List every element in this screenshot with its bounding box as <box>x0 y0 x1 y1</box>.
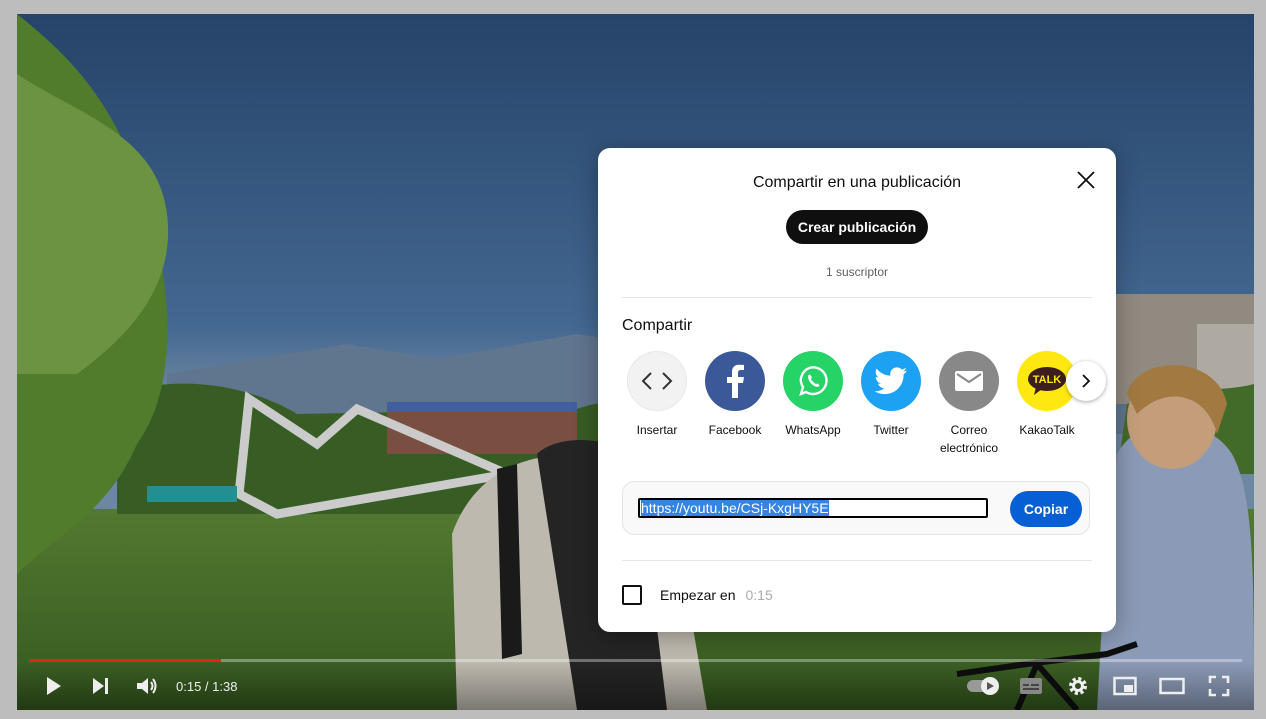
time-display: 0:15 / 1:38 <box>176 678 238 694</box>
share-whatsapp[interactable]: WhatsApp <box>783 351 861 457</box>
whatsapp-icon <box>799 366 828 397</box>
gear-icon <box>1068 677 1087 695</box>
start-at-checkbox[interactable] <box>622 585 642 605</box>
twitter-icon <box>874 367 907 395</box>
next-video-button[interactable] <box>76 662 123 710</box>
facebook-icon <box>727 364 744 398</box>
dialog-title: Compartir en una publicación <box>752 174 962 191</box>
subscriber-count: 1 suscriptor <box>825 265 889 279</box>
share-targets: Insertar Facebook WhatsApp Twitter Corre… <box>627 351 1095 457</box>
share-url-box: https://youtu.be/CSj-KxgHY5E Copiar <box>622 481 1090 535</box>
theater-icon <box>1158 677 1185 695</box>
copy-button[interactable]: Copiar <box>1010 491 1082 527</box>
embed-icon <box>641 372 673 390</box>
miniplayer-button[interactable] <box>1101 662 1148 710</box>
start-at-row: Empezar en 0:15 <box>622 585 773 605</box>
share-twitter[interactable]: Twitter <box>861 351 939 457</box>
autoplay-toggle[interactable] <box>960 662 1007 710</box>
kakaotalk-icon: TALK <box>1028 367 1066 395</box>
create-post-button[interactable]: Crear publicación <box>786 210 928 244</box>
start-at-label: Empezar en <box>660 587 736 603</box>
subtitles-button[interactable] <box>1007 662 1054 710</box>
svg-text:TALK: TALK <box>1033 374 1062 386</box>
settings-button[interactable] <box>1054 662 1101 710</box>
share-email[interactable]: Correo electrónico <box>939 351 1017 457</box>
divider <box>622 560 1092 561</box>
close-button[interactable] <box>1074 168 1098 192</box>
share-url-text: https://youtu.be/CSj-KxgHY5E <box>641 500 829 516</box>
share-embed[interactable]: Insertar <box>627 351 705 457</box>
skip-next-icon <box>92 678 108 694</box>
autoplay-icon <box>966 677 999 695</box>
mute-button[interactable] <box>123 662 170 710</box>
share-label: Facebook <box>708 423 762 437</box>
chevron-right-icon <box>1082 374 1091 388</box>
share-label: Twitter <box>873 423 909 437</box>
player-controls: 0:15 / 1:38 <box>17 662 1254 710</box>
share-url-input[interactable]: https://youtu.be/CSj-KxgHY5E <box>638 498 988 518</box>
volume-icon <box>136 678 156 694</box>
share-label: Correo electrónico <box>939 423 999 455</box>
play-icon <box>46 677 61 695</box>
email-icon <box>955 371 983 391</box>
share-label: KakaoTalk <box>1019 423 1075 437</box>
fullscreen-icon <box>1208 675 1229 697</box>
miniplayer-icon <box>1112 676 1137 696</box>
play-button[interactable] <box>29 662 76 710</box>
start-at-time[interactable]: 0:15 <box>745 587 772 603</box>
theater-mode-button[interactable] <box>1148 662 1195 710</box>
share-facebook[interactable]: Facebook <box>705 351 783 457</box>
subtitles-icon <box>1019 678 1042 694</box>
divider <box>622 297 1092 298</box>
share-next-button[interactable] <box>1066 361 1106 401</box>
share-dialog: Compartir en una publicación Crear publi… <box>598 148 1116 632</box>
share-label: WhatsApp <box>785 423 841 437</box>
fullscreen-button[interactable] <box>1195 662 1242 710</box>
close-icon <box>1077 171 1095 189</box>
share-heading: Compartir <box>622 317 693 334</box>
share-label: Insertar <box>636 423 678 437</box>
